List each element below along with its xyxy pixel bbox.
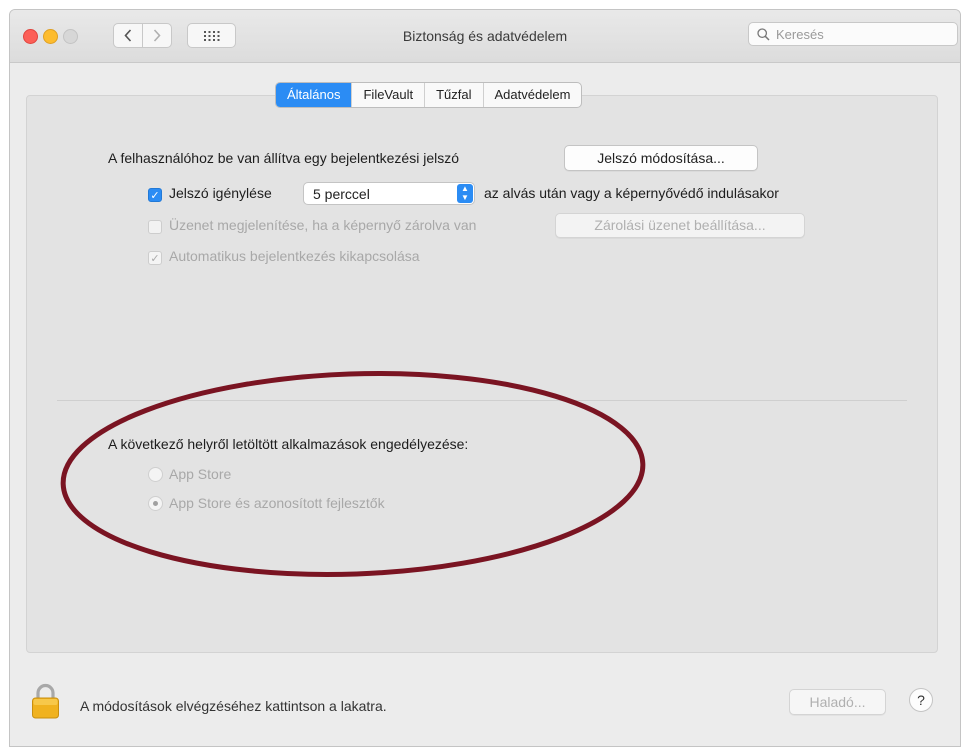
show-message-checkbox[interactable] (148, 220, 162, 234)
radio-app-store-label: App Store (169, 466, 232, 482)
set-lock-message-button[interactable]: Zárolási üzenet beállítása... (555, 213, 805, 238)
search-icon (757, 27, 770, 41)
checkmark-icon: ✓ (150, 189, 160, 202)
tab-general[interactable]: Általános (276, 83, 352, 107)
search-input[interactable] (774, 25, 948, 43)
checkmark-icon: ✓ (150, 252, 160, 265)
title-bar: Biztonság és adatvédelem (10, 10, 960, 63)
tab-privacy[interactable]: Adatvédelem (482, 83, 582, 107)
show-message-label: Üzenet megjelenítése, ha a képernyő záro… (169, 217, 477, 233)
password-delay-value: 5 perccel (313, 186, 370, 202)
tab-filevault[interactable]: FileVault (351, 83, 424, 107)
allow-apps-label: A következő helyről letöltött alkalmazás… (108, 436, 469, 452)
radio-app-store-identified[interactable] (148, 496, 163, 511)
content-panel (26, 95, 938, 653)
disable-auto-login-label: Automatikus bejelentkezés kikapcsolása (169, 248, 420, 264)
advanced-button[interactable]: Haladó... (789, 689, 886, 715)
radio-selected-dot (153, 501, 158, 506)
radio-app-store[interactable] (148, 467, 163, 482)
require-password-label: Jelszó igénylése (169, 185, 272, 201)
password-delay-select[interactable]: 5 perccel ▲ ▼ (303, 182, 475, 205)
require-password-suffix: az alvás után vagy a képernyővédő indulá… (484, 185, 779, 201)
search-field[interactable] (748, 22, 958, 46)
stepper-arrows-icon: ▲ ▼ (457, 184, 473, 203)
tab-firewall[interactable]: Tűzfal (424, 83, 482, 107)
disable-auto-login-checkbox[interactable]: ✓ (148, 251, 162, 265)
change-password-button[interactable]: Jelszó módosítása... (564, 145, 758, 171)
login-password-label: A felhasználóhoz be van állítva egy beje… (108, 150, 459, 166)
help-button[interactable]: ? (909, 688, 933, 712)
lock-icon[interactable] (31, 683, 60, 719)
section-divider (57, 400, 907, 401)
lock-hint-text: A módosítások elvégzéséhez kattintson a … (80, 698, 387, 714)
tab-bar: Általános FileVault Tűzfal Adatvédelem (275, 82, 583, 108)
require-password-checkbox[interactable]: ✓ (148, 188, 162, 202)
radio-app-store-identified-label: App Store és azonosított fejlesztők (169, 495, 385, 511)
